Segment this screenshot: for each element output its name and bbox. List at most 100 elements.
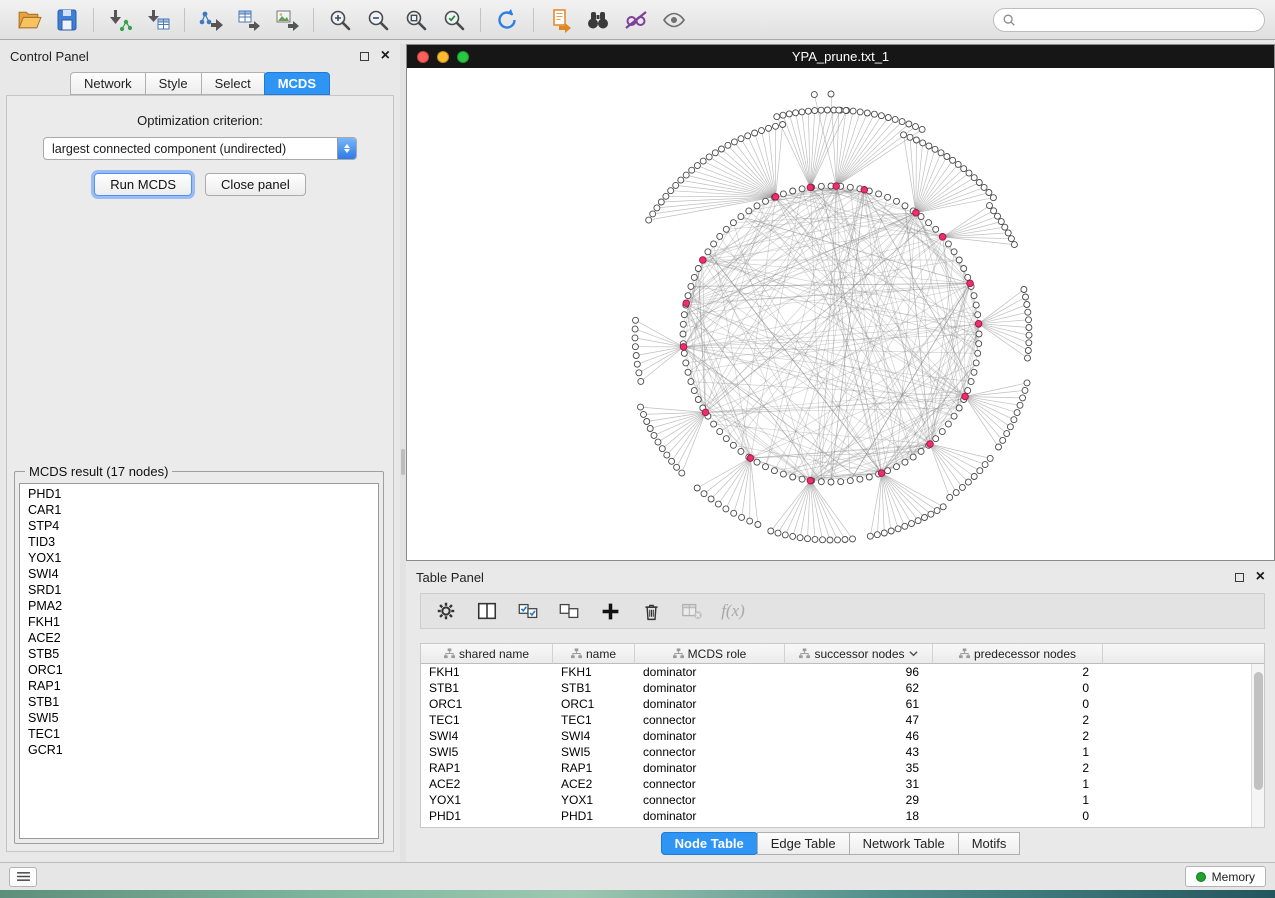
mcds-result-item[interactable]: PHD1 (28, 486, 370, 502)
tab-style[interactable]: Style (145, 72, 202, 95)
search-icon (1002, 13, 1016, 27)
table-row[interactable]: SWI4SWI4dominator462 (421, 728, 1264, 744)
table-row[interactable]: ACE2ACE2connector311 (421, 776, 1264, 792)
memory-button[interactable]: Memory (1185, 866, 1266, 887)
zoom-fit-button[interactable] (397, 4, 435, 36)
show-graphics-details-button[interactable] (655, 4, 693, 36)
toolbar-separator (93, 8, 94, 32)
criterion-select[interactable]: largest connected component (undirected) (43, 137, 357, 160)
table-row[interactable]: RAP1RAP1dominator352 (421, 760, 1264, 776)
control-panel: Control Panel × NetworkStyleSelectMCDS O… (0, 44, 400, 862)
close-panel-icon[interactable]: × (381, 50, 390, 62)
network-window-titlebar[interactable]: YPA_prune.txt_1 (407, 45, 1274, 68)
search-input[interactable] (1021, 13, 1256, 27)
mcds-result-item[interactable]: ORC1 (28, 662, 370, 678)
mcds-result-item[interactable]: RAP1 (28, 678, 370, 694)
table-cell: connector (635, 744, 785, 760)
toolbar-separator (184, 8, 185, 32)
table-row[interactable]: ORC1ORC1dominator610 (421, 696, 1264, 712)
mcds-result-item[interactable]: ACE2 (28, 630, 370, 646)
tab-select[interactable]: Select (201, 72, 265, 95)
add-column-button[interactable] (598, 599, 622, 623)
hide-graphics-details-button[interactable] (617, 4, 655, 36)
select-all-button[interactable] (516, 599, 540, 623)
mcds-result-item[interactable]: SWI4 (28, 566, 370, 582)
export-image-button[interactable] (268, 4, 306, 36)
table-settings-button[interactable] (434, 599, 458, 623)
export-network-button[interactable] (192, 4, 230, 36)
mcds-result-item[interactable]: FKH1 (28, 614, 370, 630)
global-search-field[interactable] (993, 8, 1265, 32)
refresh-view-button[interactable] (488, 4, 526, 36)
import-network-button[interactable] (101, 4, 139, 36)
column-sort-icon (571, 648, 582, 659)
mcds-result-item[interactable]: PMA2 (28, 598, 370, 614)
column-visibility-button[interactable] (475, 599, 499, 623)
delete-column-button[interactable] (639, 599, 663, 623)
table-row[interactable]: FKH1FKH1dominator962 (421, 664, 1264, 680)
table-cell: FKH1 (421, 664, 553, 680)
table-cell: FKH1 (553, 664, 635, 680)
export-table-button[interactable] (230, 4, 268, 36)
table-row[interactable]: TEC1TEC1connector472 (421, 712, 1264, 728)
minimize-window-button[interactable] (437, 51, 449, 63)
save-session-button[interactable] (48, 4, 86, 36)
column-header-name[interactable]: name (553, 644, 635, 664)
mcds-result-item[interactable]: GCR1 (28, 742, 370, 758)
table-tab-network-table[interactable]: Network Table (849, 832, 959, 855)
column-header-MCDS-role[interactable]: MCDS role (635, 644, 785, 664)
zoom-in-button[interactable] (321, 4, 359, 36)
zoom-out-button[interactable] (359, 4, 397, 36)
scrollbar-thumb[interactable] (1254, 672, 1263, 790)
maximize-window-button[interactable] (457, 51, 469, 63)
column-sort-icon (799, 648, 810, 659)
column-header-shared-name[interactable]: shared name (421, 644, 553, 664)
mcds-result-list[interactable]: PHD1CAR1STP4TID3YOX1SWI4SRD1PMA2FKH1ACE2… (19, 483, 379, 839)
float-panel-icon[interactable] (360, 52, 369, 61)
table-tab-motifs[interactable]: Motifs (958, 832, 1021, 855)
control-panel-title: Control Panel (10, 49, 89, 64)
table-cell: dominator (635, 696, 785, 712)
table-cell-filler (1103, 760, 1264, 776)
mcds-result-item[interactable]: STP4 (28, 518, 370, 534)
mcds-result-item[interactable]: SWI5 (28, 710, 370, 726)
mcds-result-item[interactable]: CAR1 (28, 502, 370, 518)
mcds-result-item[interactable]: TID3 (28, 534, 370, 550)
table-cell-filler (1103, 792, 1264, 808)
clone-network-button[interactable] (541, 4, 579, 36)
task-history-button[interactable] (9, 867, 37, 887)
column-header-successor-nodes[interactable]: successor nodes (785, 644, 933, 664)
mcds-result-item[interactable]: TEC1 (28, 726, 370, 742)
deselect-all-button[interactable] (557, 599, 581, 623)
tab-network[interactable]: Network (70, 72, 146, 95)
tab-mcds[interactable]: MCDS (264, 72, 330, 95)
mcds-result-item[interactable]: STB5 (28, 646, 370, 662)
table-tab-node-table[interactable]: Node Table (661, 832, 758, 855)
mcds-result-item[interactable]: STB1 (28, 694, 370, 710)
float-table-panel-icon[interactable] (1235, 573, 1244, 582)
import-table-button[interactable] (139, 4, 177, 36)
run-mcds-button[interactable]: Run MCDS (94, 173, 192, 196)
table-cell: ACE2 (553, 776, 635, 792)
network-canvas[interactable] (407, 68, 1274, 560)
ring-nodes[interactable] (680, 183, 982, 485)
mcds-result-item[interactable]: SRD1 (28, 582, 370, 598)
checked-boxes-icon (517, 600, 539, 622)
criterion-stepper[interactable] (337, 138, 356, 159)
mcds-result-item[interactable]: YOX1 (28, 550, 370, 566)
table-tab-edge-table[interactable]: Edge Table (757, 832, 850, 855)
search-network-button[interactable] (579, 4, 617, 36)
close-window-button[interactable] (417, 51, 429, 63)
table-row[interactable]: STB1STB1dominator620 (421, 680, 1264, 696)
splitter-handle[interactable] (401, 449, 405, 475)
column-header-predecessor-nodes[interactable]: predecessor nodes (933, 644, 1103, 664)
network-graph[interactable] (407, 68, 1274, 560)
zoom-selected-button[interactable] (435, 4, 473, 36)
close-table-panel-icon[interactable]: × (1256, 571, 1265, 583)
table-row[interactable]: YOX1YOX1connector291 (421, 792, 1264, 808)
open-session-button[interactable] (10, 4, 48, 36)
table-scrollbar[interactable] (1251, 664, 1264, 827)
table-row[interactable]: SWI5SWI5connector431 (421, 744, 1264, 760)
table-row[interactable]: PHD1PHD1dominator180 (421, 808, 1264, 824)
close-panel-button[interactable]: Close panel (205, 173, 306, 196)
